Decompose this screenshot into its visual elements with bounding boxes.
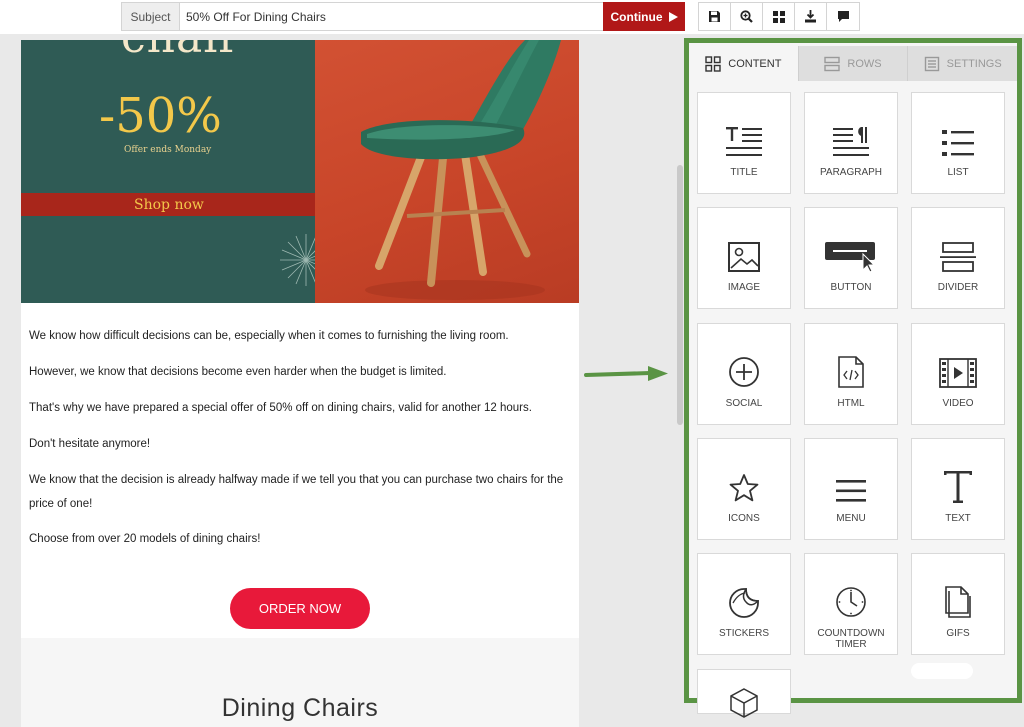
block-icons[interactable]: ICONS — [697, 438, 791, 540]
block-gifs[interactable]: GIFS — [911, 553, 1005, 655]
block-image[interactable]: IMAGE — [697, 207, 791, 309]
list-icon — [942, 130, 974, 156]
image-icon — [728, 242, 760, 272]
block-countdown-timer[interactable]: COUNTDOWN TIMER — [804, 553, 898, 655]
panel-scroll-pill[interactable] — [911, 663, 973, 679]
text-icon — [944, 471, 972, 503]
email-paragraph-2[interactable]: However, we know that decisions become e… — [29, 360, 569, 384]
sunburst-decoration — [280, 234, 315, 286]
block-stickers[interactable]: STICKERS — [697, 553, 791, 655]
email-paragraph-4[interactable]: Don't hesitate anymore! — [29, 432, 569, 456]
hero-offer-text: Offer ends Monday — [124, 145, 212, 155]
subject-field: Subject 50% Off For Dining Chairs — [121, 2, 685, 31]
block-button[interactable]: BUTTON — [804, 207, 898, 309]
zoom-in-icon[interactable] — [731, 3, 763, 30]
hero-promo-panel: chair -50% Offer ends Monday Shop now — [21, 40, 315, 303]
hero-chair-photo — [315, 40, 579, 303]
block-paragraph[interactable]: PARAGRAPH — [804, 92, 898, 194]
settings-icon — [924, 56, 939, 71]
order-now-button[interactable]: ORDER NOW — [230, 588, 370, 629]
comment-icon[interactable] — [827, 3, 859, 30]
top-toolbar: Subject 50% Off For Dining Chairs Contin… — [0, 0, 1024, 34]
email-paragraph-6[interactable]: Choose from over 20 models of dining cha… — [29, 527, 569, 551]
tab-rows[interactable]: ROWS — [798, 46, 909, 81]
subject-label: Subject — [122, 3, 180, 30]
star-icon — [729, 474, 759, 502]
email-paragraph-3[interactable]: That's why we have prepared a special of… — [29, 396, 569, 420]
sticker-icon — [729, 588, 759, 618]
content-grid-icon — [705, 55, 721, 72]
block-list-label: LIST — [947, 167, 969, 178]
tab-content[interactable]: CONTENT — [689, 46, 799, 81]
cube-icon — [730, 688, 758, 718]
continue-button[interactable]: Continue — [603, 2, 685, 31]
block-gifs-label: GIFS — [946, 628, 970, 639]
block-title-label: TITLE — [730, 167, 758, 178]
hero-shop-now: Shop now — [134, 197, 204, 213]
block-text[interactable]: TEXT — [911, 438, 1005, 540]
email-paragraph-1[interactable]: We know how difficult decisions can be, … — [29, 324, 569, 348]
paragraph-icon — [833, 127, 869, 156]
play-icon — [668, 11, 678, 22]
video-icon — [939, 358, 977, 388]
block-image-label: IMAGE — [727, 282, 761, 293]
content-panel: CONTENT ROWS SETTINGS TITLE PARAGRAPH LI… — [684, 38, 1022, 718]
block-extra[interactable] — [697, 669, 791, 718]
hero-banner[interactable]: chair -50% Offer ends Monday Shop now — [21, 40, 579, 303]
tab-settings[interactable]: SETTINGS — [908, 46, 1018, 81]
clock-icon — [836, 587, 866, 617]
panel-tabs: CONTENT ROWS SETTINGS — [689, 46, 1018, 81]
subject-input[interactable]: 50% Off For Dining Chairs — [180, 10, 658, 24]
title-icon — [726, 127, 762, 156]
block-video[interactable]: VIDEO — [911, 323, 1005, 425]
block-divider-label: DIVIDER — [937, 282, 979, 293]
block-social[interactable]: SOCIAL — [697, 323, 791, 425]
divider-icon — [940, 242, 976, 272]
block-list[interactable]: LIST — [911, 92, 1005, 194]
block-icons-label: ICONS — [728, 513, 760, 524]
editor-tools — [698, 2, 860, 31]
gif-file-icon — [945, 586, 971, 618]
section-title[interactable]: Dining Chairs — [21, 694, 579, 723]
block-menu[interactable]: MENU — [804, 438, 898, 540]
block-html[interactable]: HTML — [804, 323, 898, 425]
email-paragraph-5[interactable]: We know that the decision is already hal… — [29, 468, 569, 516]
hero-word: chair — [121, 40, 240, 63]
menu-icon — [836, 480, 866, 502]
block-stickers-label: STICKERS — [718, 628, 769, 639]
block-paragraph-label: PARAGRAPH — [819, 167, 883, 178]
block-countdown-timer-label: COUNTDOWN TIMER — [817, 628, 885, 650]
block-title[interactable]: TITLE — [697, 92, 791, 194]
continue-label: Continue — [610, 9, 663, 24]
rows-icon — [824, 56, 841, 71]
email-canvas: chair -50% Offer ends Monday Shop now — [21, 40, 579, 727]
block-divider[interactable]: DIVIDER — [911, 207, 1005, 309]
social-icon — [729, 357, 759, 387]
download-icon[interactable] — [795, 3, 827, 30]
tab-rows-label: ROWS — [847, 57, 882, 70]
button-icon — [825, 242, 876, 272]
grid-icon[interactable] — [763, 3, 795, 30]
block-text-label: TEXT — [945, 513, 971, 524]
html-icon — [838, 356, 864, 388]
canvas-scrollbar-thumb[interactable] — [677, 165, 683, 425]
chair-illustration — [361, 40, 561, 300]
tab-settings-label: SETTINGS — [946, 57, 1002, 70]
block-html-label: HTML — [837, 398, 865, 409]
annotation-arrow-icon — [584, 366, 668, 381]
tab-content-label: CONTENT — [728, 57, 782, 70]
save-icon[interactable] — [699, 3, 731, 30]
block-social-label: SOCIAL — [725, 398, 763, 409]
block-menu-label: MENU — [836, 513, 866, 524]
block-button-label: BUTTON — [830, 282, 872, 293]
block-video-label: VIDEO — [942, 398, 974, 409]
hero-discount: -50% — [99, 88, 222, 144]
